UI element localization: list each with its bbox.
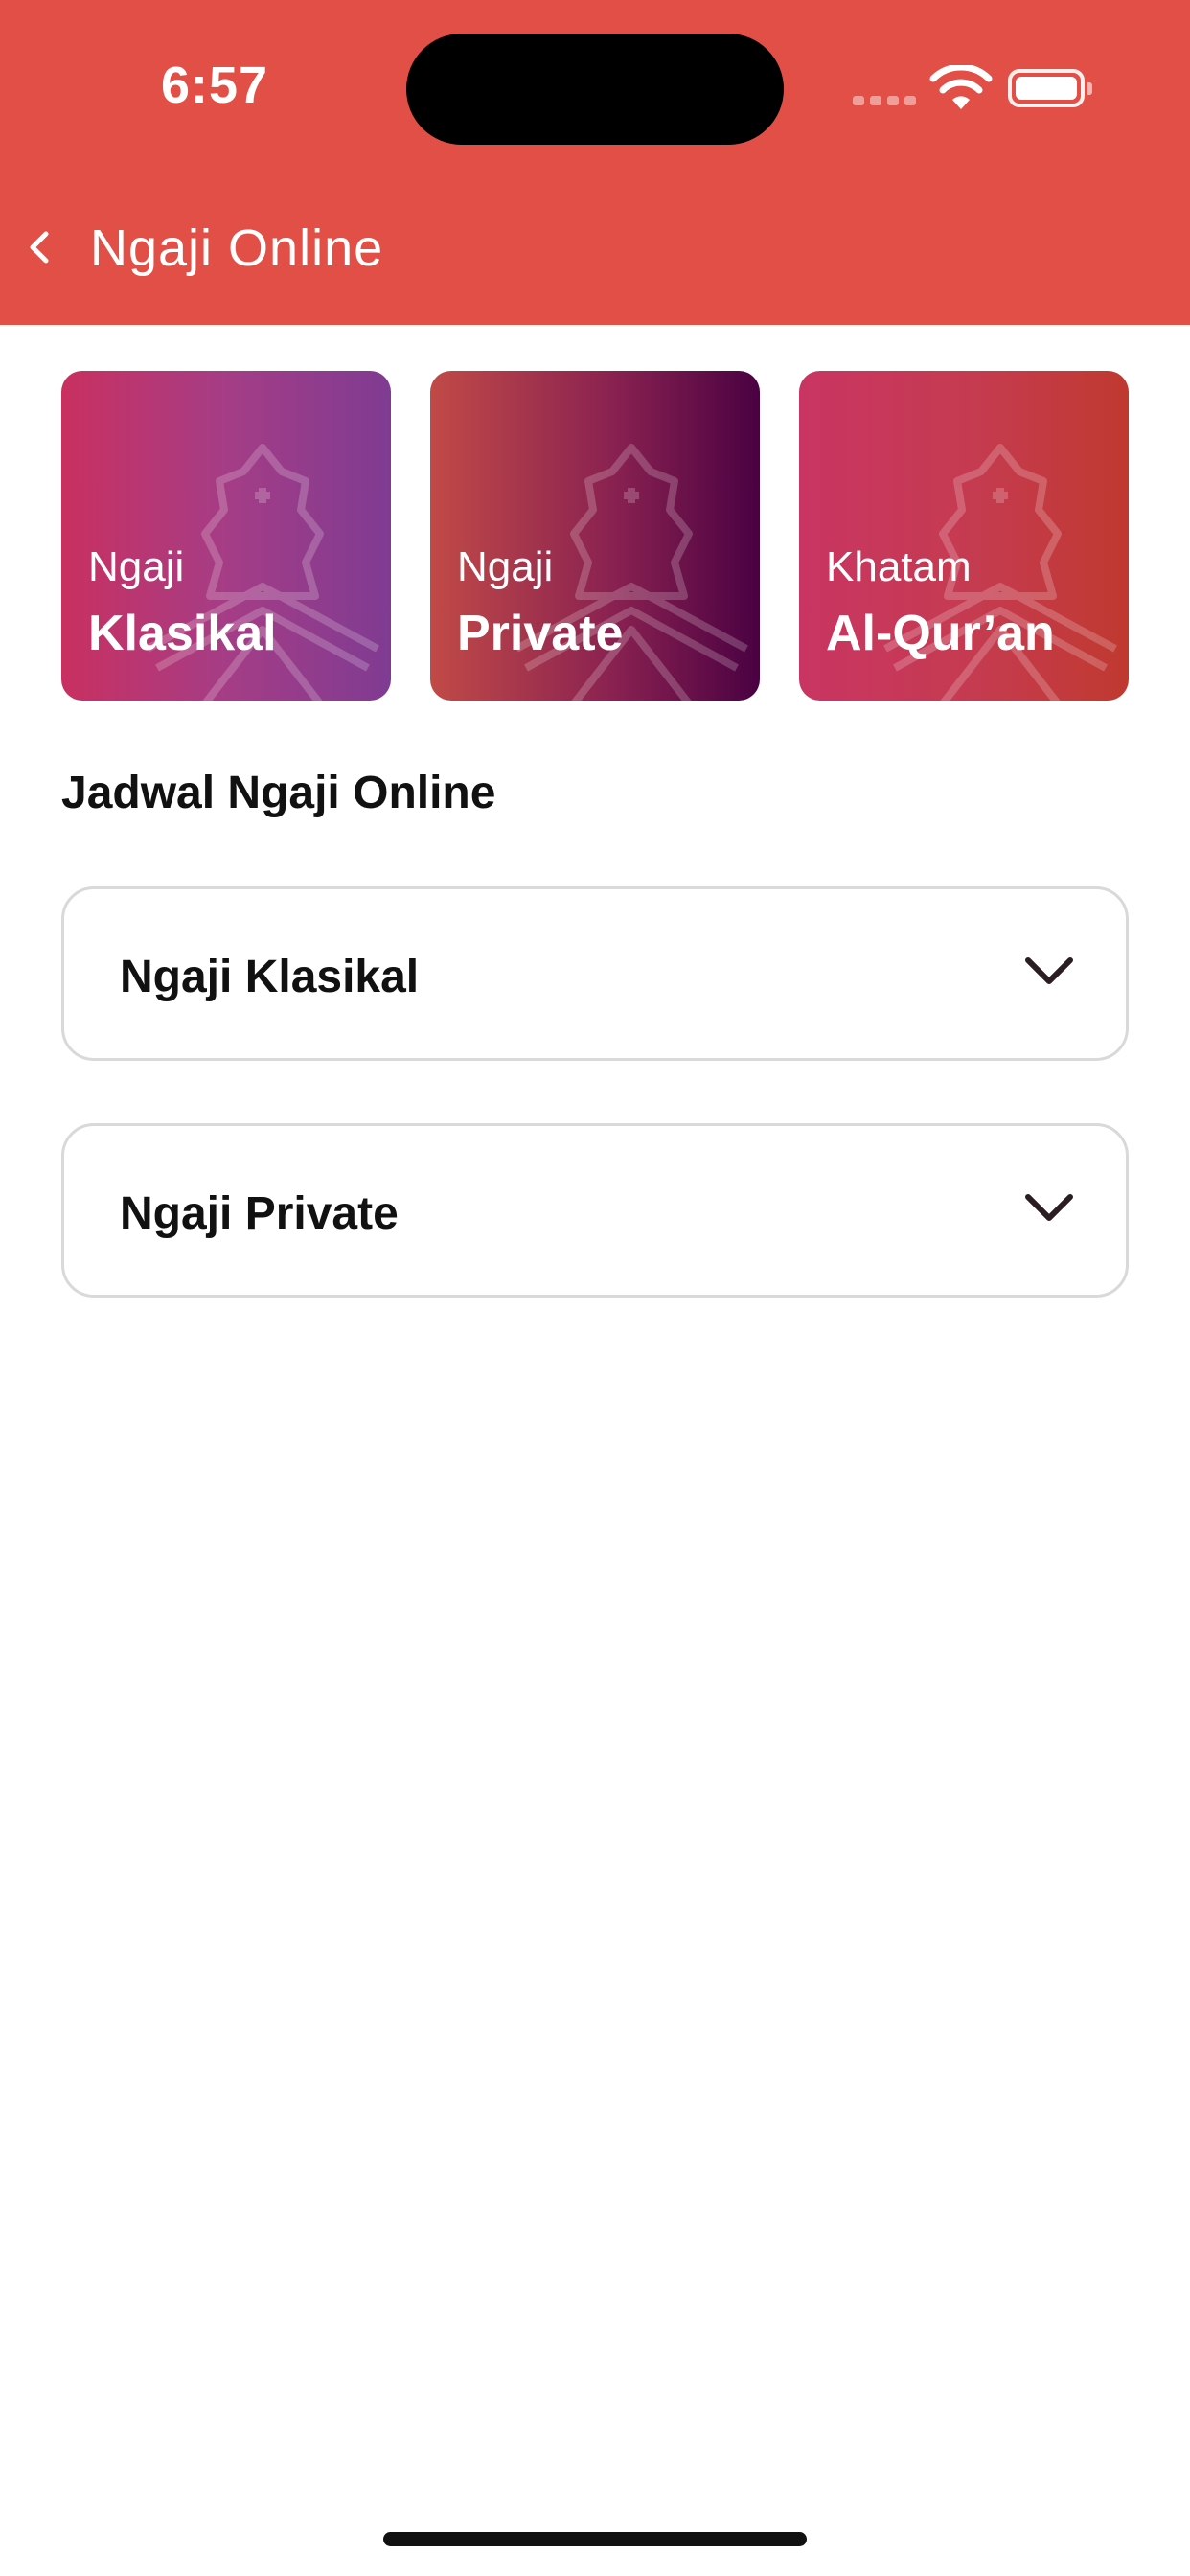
chevron-left-icon: [30, 231, 49, 264]
card-khatam-al-quran[interactable]: Khatam Al-Qur’an: [799, 371, 1129, 701]
section-title: Jadwal Ngaji Online: [61, 768, 496, 818]
accordion-ngaji-private[interactable]: Ngaji Private: [61, 1123, 1129, 1298]
battery-icon: [1008, 69, 1092, 107]
cellular-signal-icon: [853, 96, 916, 105]
dynamic-island: [406, 34, 784, 145]
card-title: Klasikal: [88, 606, 277, 661]
chevron-down-icon: [1025, 957, 1073, 984]
category-cards: Ngaji Klasikal Ngaji Private Khatam Al-Q…: [61, 371, 1129, 701]
card-subtitle: Ngaji: [457, 543, 554, 590]
card-subtitle: Ngaji: [88, 543, 185, 590]
card-subtitle: Khatam: [826, 543, 972, 590]
home-indicator[interactable]: [383, 2532, 807, 2546]
app-screen: 6:57 Ngaji Online Ngaji Klasikal Ngaji P…: [0, 0, 1190, 2576]
card-title: Private: [457, 606, 624, 661]
accordion-label: Ngaji Klasikal: [120, 952, 420, 1002]
card-ngaji-klasikal[interactable]: Ngaji Klasikal: [61, 371, 391, 701]
card-ngaji-private[interactable]: Ngaji Private: [430, 371, 760, 701]
page-title: Ngaji Online: [90, 219, 384, 277]
status-time: 6:57: [161, 57, 269, 114]
back-button[interactable]: [13, 218, 65, 276]
accordion-ngaji-klasikal[interactable]: Ngaji Klasikal: [61, 886, 1129, 1061]
accordion-label: Ngaji Private: [120, 1188, 399, 1239]
card-title: Al-Qur’an: [826, 606, 1055, 661]
app-header: 6:57 Ngaji Online: [0, 0, 1190, 325]
wifi-icon: [929, 65, 993, 109]
chevron-down-icon: [1025, 1194, 1073, 1221]
